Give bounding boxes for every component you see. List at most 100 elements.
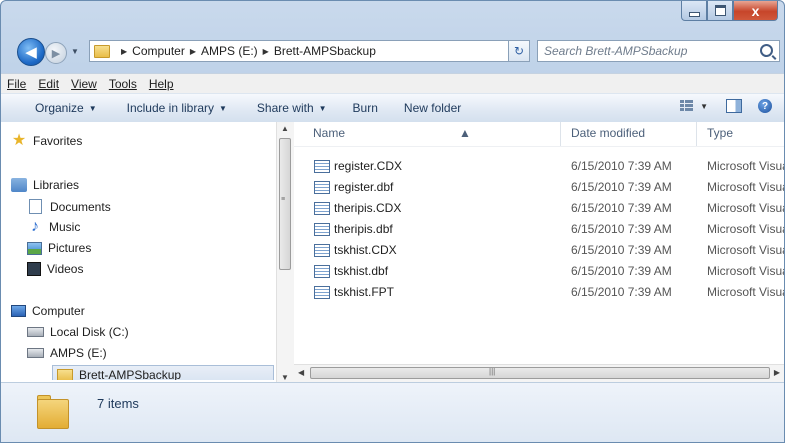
column-divider[interactable]: [696, 122, 697, 146]
chevron-down-icon: ▼: [88, 103, 97, 113]
chevron-down-icon: ▼: [318, 103, 327, 113]
close-icon: x: [751, 2, 760, 19]
preview-pane-icon[interactable]: [726, 99, 742, 113]
sidebar-item-videos[interactable]: Videos: [27, 262, 83, 276]
sidebar-item-music[interactable]: ♪ Music: [27, 218, 80, 235]
maximize-button[interactable]: [707, 1, 733, 21]
minimize-icon: [688, 11, 700, 17]
address-row: ◀ ▶ ▼ ▶ Computer ▶ AMPS (E:) ▶ Brett-AMP…: [1, 33, 784, 73]
refresh-button[interactable]: ↻: [508, 40, 530, 62]
menu-edit[interactable]: Edit: [38, 77, 59, 91]
sidebar-item-brett-backup[interactable]: Brett-AMPSbackup: [57, 368, 181, 380]
menu-tools[interactable]: Tools: [109, 77, 137, 91]
sidebar-item-local-disk[interactable]: Local Disk (C:): [27, 325, 129, 339]
column-divider[interactable]: [560, 122, 561, 146]
include-in-library-button[interactable]: Include in library ▼: [127, 101, 227, 115]
file-row[interactable]: tskhist.CDX 6/15/2010 7:39 AM Microsoft …: [294, 240, 784, 260]
content-area: ★ Favorites Libraries Documents ♪ Music …: [1, 122, 784, 382]
breadcrumb-brett-folder[interactable]: Brett-AMPSbackup: [274, 44, 376, 58]
title-bar[interactable]: x: [1, 1, 784, 33]
breadcrumb-computer[interactable]: Computer: [132, 44, 185, 58]
navigation-pane: ★ Favorites Libraries Documents ♪ Music …: [7, 122, 275, 380]
file-row[interactable]: theripis.CDX 6/15/2010 7:39 AM Microsoft…: [294, 198, 784, 218]
share-with-button[interactable]: Share with ▼: [257, 101, 327, 115]
column-type[interactable]: Type: [707, 126, 733, 140]
refresh-icon: ↻: [513, 44, 525, 58]
chevron-right-icon[interactable]: ▶: [263, 47, 269, 56]
file-type: Microsoft Visual F: [707, 264, 784, 278]
file-row[interactable]: tskhist.FPT 6/15/2010 7:39 AM Microsoft …: [294, 282, 784, 302]
column-date-modified[interactable]: Date modified: [571, 126, 645, 140]
change-view-icon[interactable]: [680, 100, 694, 112]
file-name: theripis.dbf: [334, 222, 393, 236]
minimize-button[interactable]: [681, 1, 707, 21]
file-name: tskhist.CDX: [334, 243, 397, 257]
search-icon[interactable]: [760, 44, 773, 57]
sidebar-item-pictures[interactable]: Pictures: [27, 241, 91, 255]
file-type: Microsoft Visual F: [707, 180, 784, 194]
search-input[interactable]: Search Brett-AMPSbackup: [537, 40, 780, 62]
chevron-right-icon[interactable]: ▶: [121, 47, 127, 56]
file-name: tskhist.FPT: [334, 285, 395, 299]
chevron-right-icon[interactable]: ▶: [190, 47, 196, 56]
menu-bar: File Edit View Tools Help: [1, 73, 784, 94]
file-date: 6/15/2010 7:39 AM: [571, 180, 672, 194]
file-name: register.CDX: [334, 159, 403, 173]
window-controls: x: [681, 1, 778, 21]
address-bar[interactable]: ▶ Computer ▶ AMPS (E:) ▶ Brett-AMPSbacku…: [89, 40, 529, 62]
file-date: 6/15/2010 7:39 AM: [571, 159, 672, 173]
chevron-down-icon: ▼: [219, 103, 227, 113]
breadcrumb-amps-drive[interactable]: AMPS (E:): [201, 44, 258, 58]
menu-view[interactable]: View: [71, 77, 97, 91]
sidebar-item-computer[interactable]: Computer: [11, 304, 85, 318]
file-row[interactable]: register.CDX 6/15/2010 7:39 AM Microsoft…: [294, 156, 784, 176]
file-name: theripis.CDX: [334, 201, 402, 215]
scroll-left-icon[interactable]: ◀: [298, 368, 304, 377]
burn-button[interactable]: Burn: [353, 101, 378, 115]
column-headers: Name ▲ Date modified Type: [294, 122, 784, 147]
column-name[interactable]: Name: [313, 126, 345, 140]
chevron-down-icon[interactable]: ▼: [700, 102, 708, 111]
scroll-down-icon[interactable]: ▼: [281, 373, 289, 382]
sidebar-item-favorites[interactable]: ★ Favorites: [11, 133, 83, 149]
recent-pages-dropdown[interactable]: ▼: [71, 47, 79, 56]
details-pane: 7 items: [1, 382, 784, 442]
scroll-up-icon[interactable]: ▲: [281, 124, 289, 133]
grip-icon: ≡: [281, 196, 286, 203]
music-icon: ♪: [31, 218, 39, 235]
menu-file[interactable]: File: [7, 77, 26, 91]
folder-icon: [57, 368, 73, 380]
navigation-scrollbar[interactable]: ▲ ≡ ▼: [276, 122, 294, 382]
item-count: 7 items: [97, 396, 139, 411]
forward-button[interactable]: ▶: [45, 42, 67, 64]
scroll-thumb[interactable]: [279, 138, 291, 270]
view-controls: ▼ ?: [680, 99, 772, 113]
command-bar: Organize ▼ Include in library ▼ Share with…: [1, 93, 784, 123]
sidebar-item-documents[interactable]: Documents: [27, 199, 111, 214]
search-placeholder: Search Brett-AMPSbackup: [544, 44, 688, 58]
close-button[interactable]: x: [733, 1, 778, 21]
pictures-icon: [27, 241, 42, 255]
sidebar-item-amps-drive[interactable]: AMPS (E:): [27, 346, 107, 360]
sidebar-item-libraries[interactable]: Libraries: [11, 178, 79, 192]
scroll-right-icon[interactable]: ▶: [774, 368, 780, 377]
file-row[interactable]: theripis.dbf 6/15/2010 7:39 AM Microsoft…: [294, 219, 784, 239]
libraries-icon: [11, 178, 27, 192]
file-type: Microsoft Visual F: [707, 243, 784, 257]
database-file-icon: [314, 286, 330, 299]
file-row[interactable]: register.dbf 6/15/2010 7:39 AM Microsoft…: [294, 177, 784, 197]
organize-button[interactable]: Organize ▼: [35, 101, 97, 115]
forward-arrow-icon: ▶: [51, 47, 61, 60]
menu-help[interactable]: Help: [149, 77, 174, 91]
explorer-window: x ◀ ▶ ▼ ▶ Computer ▶ AMPS (E:) ▶ Brett-A…: [0, 0, 785, 443]
scroll-thumb[interactable]: |||: [310, 367, 770, 379]
back-button[interactable]: ◀: [17, 38, 45, 66]
back-arrow-icon: ◀: [25, 44, 37, 61]
file-row[interactable]: tskhist.dbf 6/15/2010 7:39 AM Microsoft …: [294, 261, 784, 281]
help-icon[interactable]: ?: [758, 99, 772, 113]
new-folder-button[interactable]: New folder: [404, 101, 461, 115]
hard-drive-icon: [27, 327, 44, 337]
file-list-scrollbar[interactable]: ◀ ||| ▶: [294, 364, 784, 382]
file-type: Microsoft Visual F: [707, 222, 784, 236]
database-file-icon: [314, 244, 330, 257]
